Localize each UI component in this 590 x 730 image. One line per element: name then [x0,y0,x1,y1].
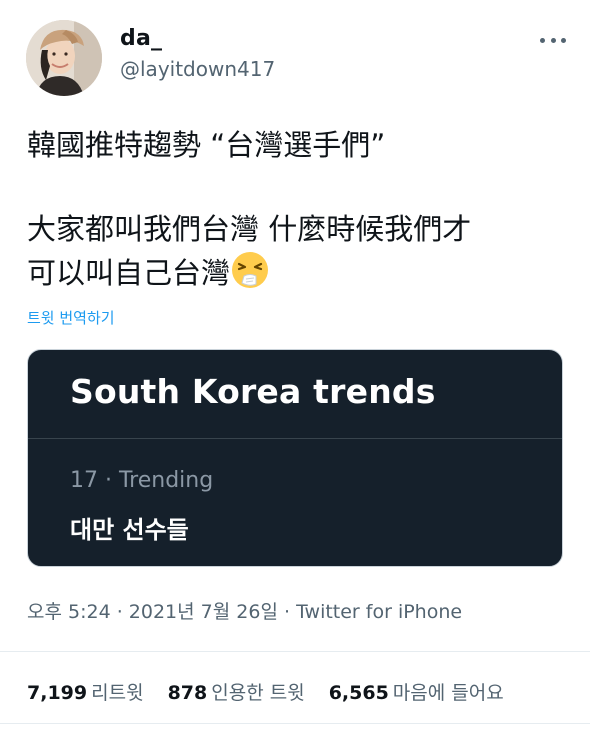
tweet-line-3-wrapper: 可以叫自己台灣 [27,250,567,294]
avatar[interactable] [26,20,102,96]
tweet-time[interactable]: 오후 5:24 [27,601,111,623]
quote-count: 878 [167,682,208,704]
tweet-date[interactable]: 2021년 7월 26일 [129,601,278,623]
translate-tweet-link[interactable]: 트윗 번역하기 [27,307,115,328]
separator: · [110,601,129,623]
trend-meta: 17 · Trending [70,468,214,493]
dot [540,37,545,43]
trends-card[interactable]: South Korea trends 17 · Trending 대만 선수들 [27,349,563,567]
display-name[interactable]: da_ [120,26,275,51]
card-title: South Korea trends [70,372,436,411]
card-divider [28,438,562,439]
tweet-stats: 7,199 리트윗 878 인용한 트윗 6,565 마음에 들어요 [27,678,504,705]
tweet-timestamp: 오후 5:24 · 2021년 7월 26일 · Twitter for iPh… [27,597,462,624]
like-count: 6,565 [328,682,389,704]
user-names: da_ @layitdown417 [120,26,275,81]
user-handle[interactable]: @layitdown417 [120,57,275,81]
trend-topic: 대만 선수들 [70,516,189,544]
tweet-header: da_ @layitdown417 [26,20,566,100]
tweet-line-2: 大家都叫我們台灣 什麼時候我們才 [27,212,472,246]
tweet-line-1: 韓國推特趨勢 “台灣選手們” [27,128,386,162]
tweet-source[interactable]: Twitter for iPhone [296,601,462,623]
likes-stat[interactable]: 6,565 마음에 들어요 [329,678,504,705]
retweet-count: 7,199 [27,682,88,704]
retweet-label: 리트윗 [91,682,144,704]
quote-label: 인용한 트윗 [211,682,305,704]
retweets-stat[interactable]: 7,199 리트윗 [27,678,144,705]
more-options-icon[interactable] [540,34,566,46]
avatar-image [26,20,102,96]
like-label: 마음에 들어요 [392,682,504,704]
tweet-text: 韓國推特趨勢 “台灣選手們” 大家都叫我們台灣 什麼時候我們才 可以叫自己台灣 [27,124,567,294]
dot [550,37,556,43]
divider [0,723,590,724]
separator: · [277,601,297,623]
quote-tweets-stat[interactable]: 878 인용한 트윗 [168,678,305,705]
divider [0,651,590,652]
dot [561,37,566,43]
tweet-line-3: 可以叫自己台灣 [27,256,231,290]
sneezing-face-icon [230,250,270,290]
